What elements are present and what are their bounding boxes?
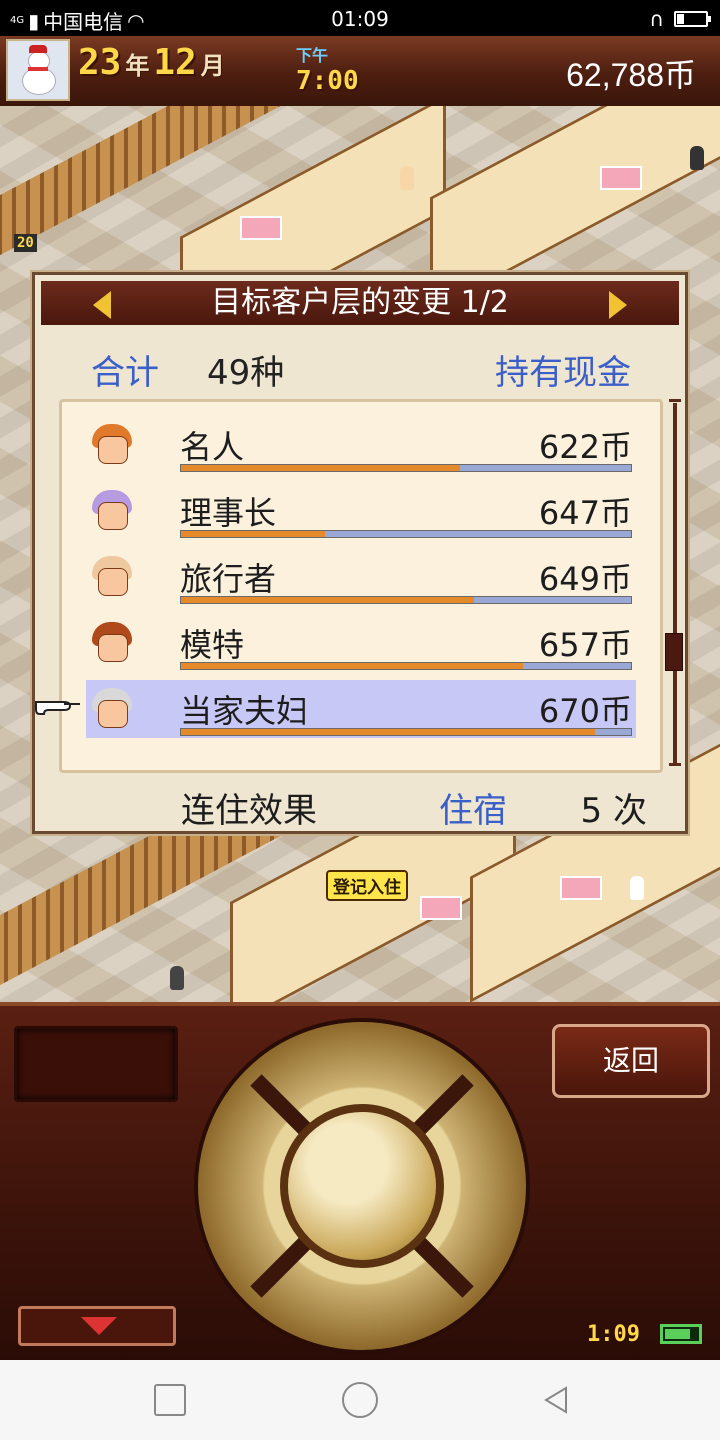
model-face-icon (92, 622, 132, 666)
guest-character (170, 966, 184, 990)
stay-count: 5 次 (580, 791, 647, 831)
back-button[interactable]: 返回 (552, 1024, 710, 1098)
item-name: 理事长 (180, 494, 277, 532)
checkin-label: 登记入住 (326, 870, 408, 901)
celebrity-face-icon (92, 424, 132, 468)
battery-icon (674, 11, 711, 27)
game-time: 7:00 (296, 66, 359, 96)
chairman-face-icon (92, 490, 132, 534)
date-display: 23 年 12 月 (78, 42, 225, 96)
list-item[interactable]: 理事长 647币 (62, 482, 660, 542)
list-item-selected[interactable]: 当家夫妇 670币 (35, 680, 660, 740)
guest-character (630, 876, 644, 900)
prev-page-arrow-icon[interactable] (93, 291, 111, 319)
popularity-bar (180, 662, 632, 670)
battery-icon (660, 1324, 702, 1344)
control-panel: 返回 1:09 (0, 1002, 720, 1364)
list-item[interactable]: 模特 657币 (62, 614, 660, 674)
snowman-avatar[interactable] (6, 39, 70, 101)
android-nav-bar (0, 1360, 720, 1440)
stay-label: 住宿 (439, 791, 507, 831)
item-price: 647币 (538, 494, 632, 532)
scroll-cap (669, 399, 681, 402)
popularity-bar (180, 596, 632, 604)
recent-apps-icon[interactable] (154, 1384, 186, 1416)
item-price: 657币 (538, 626, 632, 664)
item-name: 旅行者 (180, 560, 277, 598)
item-price: 670币 (538, 692, 632, 730)
summary-row: 合计 49种 持有现金 (35, 345, 685, 393)
popularity-bar (180, 464, 632, 472)
item-price: 649币 (538, 560, 632, 598)
guest-character (400, 166, 414, 190)
money-display: 62,788币 (566, 57, 696, 93)
bed (560, 876, 602, 900)
guest-character (690, 146, 704, 170)
dialog-title-bar: 目标客户层的变更 1/2 (41, 281, 679, 325)
year-unit: 年 (125, 52, 150, 80)
down-arrow-icon (81, 1317, 117, 1335)
total-label: 合计 (91, 353, 159, 393)
item-name: 名人 (180, 428, 245, 466)
status-right: ∩ (649, 7, 711, 31)
bed (240, 216, 282, 240)
list-item[interactable]: 名人 622币 (62, 416, 660, 476)
traveler-face-icon (92, 556, 132, 600)
back-triangle-icon[interactable] (540, 1384, 572, 1416)
status-clock: 01:09 (331, 7, 389, 31)
headphone-icon: ∩ (649, 7, 664, 31)
game-hud: 23 年 12 月 下午 7:00 62,788币 (0, 36, 720, 109)
period-label: 下午 (296, 46, 329, 65)
panel-clock: 1:09 (587, 1322, 640, 1347)
item-name: 模特 (180, 626, 245, 664)
snowman-icon (18, 45, 58, 95)
floor-badge: 20 (14, 234, 37, 252)
customer-list: 名人 622币 理事长 647币 旅行者 649币 模特 657币 当家夫妇 6… (35, 399, 663, 773)
year-value: 23 (78, 42, 122, 83)
month-value: 12 (153, 42, 197, 83)
next-page-arrow-icon[interactable] (609, 291, 627, 319)
dpad-center-button[interactable] (280, 1104, 444, 1268)
popularity-bar (180, 728, 632, 736)
cash-label: 持有现金 (495, 353, 631, 393)
dialog-title: 目标客户层的变更 1/2 (211, 285, 509, 320)
list-item[interactable]: 旅行者 649币 (62, 548, 660, 608)
item-name: 当家夫妇 (180, 692, 309, 730)
scroll-cap (669, 763, 681, 766)
effect-label: 连住效果 (181, 791, 317, 831)
status-bar: 4G ▮ 中国电信 ◠ 01:09 ∩ (0, 0, 720, 36)
time-display: 下午 7:00 (296, 42, 406, 96)
couple-face-icon (92, 688, 132, 732)
month-unit: 月 (200, 52, 225, 80)
bed (420, 896, 462, 920)
pointing-hand-icon (35, 701, 80, 715)
bed (600, 166, 642, 190)
target-customer-dialog: 目标客户层的变更 1/2 合计 49种 持有现金 名人 622币 理事长 647… (32, 272, 688, 834)
item-price: 622币 (538, 428, 632, 466)
scroll-down-button[interactable] (18, 1306, 176, 1346)
info-slot (14, 1026, 178, 1102)
scrollbar-thumb[interactable] (665, 633, 683, 671)
total-value: 49种 (207, 353, 285, 393)
home-icon[interactable] (342, 1382, 378, 1418)
dpad[interactable] (194, 1018, 530, 1354)
popularity-bar (180, 530, 632, 538)
scrollbar-track[interactable] (673, 403, 677, 763)
stay-effect-row: 连住效果 住宿 5 次 (35, 783, 685, 831)
